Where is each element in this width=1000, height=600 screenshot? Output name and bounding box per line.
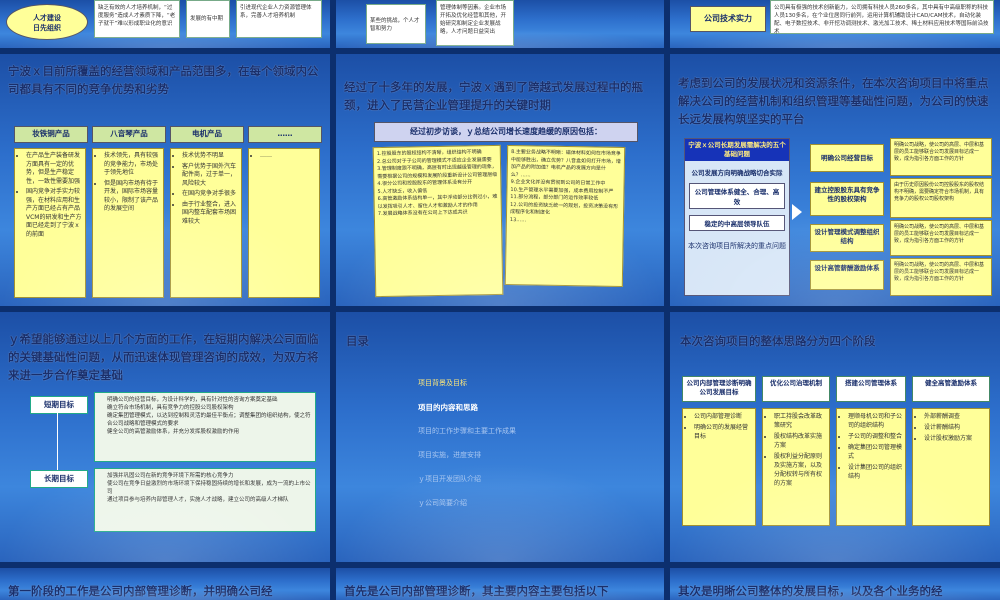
left-panel-header: 宁波ｘ公司长期发展需解决的五个基础问题	[685, 139, 789, 161]
slide7-title: ｙ希望能够通过以上几个方面的工作，在短期内解决公司面临的关键基础性问题，从而迅速…	[8, 332, 319, 382]
slide-3[interactable]: 公司技术实力 公司具有极强的技术创新能力，公司拥有科技人员260多名，其中具有中…	[670, 0, 1000, 48]
stage-1: 公司内部管理诊断明确公司发展目标	[682, 376, 756, 402]
col-motor: 技术优势不明显客户优势于国外汽车配件商，过于单一，风险较大在国内竞争对手很多由于…	[170, 148, 242, 298]
tech-strength-text: 公司具有极强的技术创新能力，公司拥有科技人员260多名，其中具有中高级职称的科技…	[770, 0, 994, 35]
slide-2[interactable]: 某些的挑战，个人才智和努力 管理体制等因素。企业市场开拓及优化经营和其他，开始研…	[336, 0, 664, 48]
slide1-solution-box: 引进现代企业人力资源管理体系，完善人才培养机制	[236, 0, 322, 38]
reasons-left: 1.控股股东的股权结构不清晰，组织结构不明确 2.总公司对于子公司的管理模式不适应…	[372, 144, 504, 298]
mid-item-2: 建立控股股东具有竞争性的股权架构	[810, 182, 884, 216]
connector-line	[57, 412, 58, 470]
toc-item[interactable]: ｙ公司简要介绍	[418, 498, 467, 508]
header-more-products: ……	[248, 126, 322, 143]
slide9-title: 本次咨询项目的整体思路分为四个阶段	[680, 334, 876, 348]
slide1-stage-box: 发展的有中期	[186, 0, 230, 38]
slide-7[interactable]: ｙ希望能够通过以上几个方面的工作，在短期内解决公司面临的关键基础性问题，从而迅速…	[0, 312, 330, 562]
stage1-detail: 公司内部管理诊断明确公司的发展经营目标	[682, 408, 756, 526]
slide-6[interactable]: 考虑到公司的发展状况和资源条件，在本次咨询项目中将重点解决公司的经营机制和组织管…	[670, 54, 1000, 306]
toc-item[interactable]: 项目背景及目标	[418, 378, 467, 388]
toc-title: 目录	[346, 334, 369, 348]
col-magnet: 在产品生产装备研发方面具有一定的优势，但是生产稳定性，一致性需要加强国内竞争对手…	[14, 148, 86, 298]
talent-oval: 人才建设 日先组织	[6, 4, 88, 40]
slide2-challenge-box: 某些的挑战，个人才智和努力	[366, 4, 426, 44]
reasons-right: 8.主要业务战略不明晰：磁体材料如何在市场竞争中能够胜出，确立优势？八音盒如何打…	[504, 144, 626, 288]
slide5-title: 经过了十多年的发展，宁波ｘ遇到了跨越式发展过程中的瓶颈，进入了民营企业管理提升的…	[344, 80, 643, 112]
short-term-label: 短期目标	[30, 396, 88, 414]
arrow-right-icon	[792, 204, 802, 220]
slide-4[interactable]: 宁波ｘ目前所覆盖的经营领域和产品范围多，在每个领域内公司都具有不同的竞争优势和劣…	[0, 54, 330, 306]
slide4-title: 宁波ｘ目前所覆盖的经营领域和产品范围多，在每个领域内公司都具有不同的竞争优势和劣…	[8, 64, 319, 96]
stage2-detail: 职工持股会改革政策研究股权结构改革实施方案股权利益分配原则及实施方案，以及分配权…	[762, 408, 830, 526]
mid-item-3: 设计管理模式调整组织结构	[810, 224, 884, 252]
slide-1[interactable]: 人才建设 日先组织 缺乏有效的人才培养机制，“过度服务”造成人才素质下降，“老子…	[0, 0, 330, 48]
long-term-box: 加强并巩固公司在新的竞争环境下所需的核心竞争力 使公司在竞争日益激烈的市场环境下保…	[94, 468, 316, 532]
reasons-banner: 经过初步访谈，ｙ总结公司增长速度趋缓的原因包括：	[374, 122, 638, 142]
col-music-box: 技术领先，具有较强的竞争能力，市场处于领先地位但是国内市场有待于开发，国际市场容…	[92, 148, 164, 298]
stage3-detail: 理顺母机公司和子公司的组织结构子公司的调整和整合确定集团公司管理模式设计集团公司…	[836, 408, 906, 526]
slide-8[interactable]: 目录 项目背景及目标 项目的内容和思路 项目的工作步骤和主要工作成果 项目实施，…	[336, 312, 664, 562]
toc-item[interactable]: ｙ项目开发团队介绍	[418, 474, 481, 484]
toc-item[interactable]: 项目的工作步骤和主要工作成果	[418, 426, 516, 436]
direction-item: 公司发展方向明确战略切合实际	[691, 169, 783, 177]
short-term-box: 明确公司的经营目标，为设计科学的，具有针对性的咨询方案奠定基础 确立符合市场机制，…	[94, 392, 316, 462]
slide-5[interactable]: 经过了十多年的发展，宁波ｘ遇到了跨越式发展过程中的瓶颈，进入了民营企业管理提升的…	[336, 54, 664, 306]
tech-strength-label: 公司技术实力	[690, 6, 766, 32]
slide1-problem-box: 缺乏有效的人才培养机制，“过度服务”造成人才素质下降，“老子就干”难以形成职业化…	[94, 0, 180, 38]
toc-item-active[interactable]: 项目的内容和思路	[418, 402, 478, 413]
stage4-detail: 外部薪酬调查设计薪酬结构设计股权激励方案	[912, 408, 990, 526]
right-item-2: 由于历史原因股份公司控股股东的股权结构不明确，需要确定符合市场机制，具有竞争力的…	[890, 178, 992, 218]
key-issues-caption: 本次咨询项目所解决的重点问题	[688, 242, 786, 250]
leadership-item: 稳定的中高层领导队伍	[689, 215, 785, 231]
slide-11[interactable]: 首先是公司内部管理诊断，其主要内容主要包括以下	[336, 568, 664, 600]
toc-item[interactable]: 项目实施，进度安排	[418, 450, 481, 460]
right-item-3: 明确公司战略，使公司的高层、中层和基层的员工能够联合公司发展目标达成一致，成为指…	[890, 220, 992, 256]
mid-item-1: 明确公司经营目标	[810, 144, 884, 172]
slide10-title: 第一阶段的工作是公司内部管理诊断，并明确公司经	[8, 584, 273, 598]
stage-3: 搭建公司管理体系	[836, 376, 906, 402]
slide11-title: 首先是公司内部管理诊断，其主要内容主要包括以下	[344, 584, 609, 598]
slide12-title: 其次是明晰公司整体的发展目标，以及各个业务的经	[678, 584, 943, 598]
slide6-title: 考虑到公司的发展状况和资源条件，在本次咨询项目中将重点解决公司的经营机制和组织管…	[678, 76, 989, 126]
left-panel: 宁波ｘ公司长期发展需解决的五个基础问题 公司发展方向明确战略切合实际 公司管理体…	[684, 138, 790, 296]
slide-10[interactable]: 第一阶段的工作是公司内部管理诊断，并明确公司经	[0, 568, 330, 600]
header-motor-products: 电机产品	[170, 126, 244, 143]
mid-item-4: 设计高管薪酬激励体系	[810, 260, 884, 290]
col-more: ……	[248, 148, 320, 298]
right-item-4: 明确公司战略，使公司的高层、中层和基层的员工能够联合公司发展目标达成一致，成为指…	[890, 258, 992, 296]
slide2-management-box: 管理体制等因素。企业市场开拓及优化经营和其他，开始研究和制定企业发展战略，人才问…	[436, 0, 514, 46]
header-magnet-products: 妆铁铜产品	[14, 126, 88, 143]
stage-2: 优化公司治理机制	[762, 376, 830, 402]
stage-4: 健全高管激励体系	[912, 376, 990, 402]
header-music-box-products: 八音琴产品	[92, 126, 166, 143]
slide-12[interactable]: 其次是明晰公司整体的发展目标，以及各个业务的经	[670, 568, 1000, 600]
slide-9[interactable]: 本次咨询项目的整体思路分为四个阶段 公司内部管理诊断明确公司发展目标 优化公司治…	[670, 312, 1000, 562]
right-item-1: 明确公司战略，使公司的高层、中层和基层的员工能够联合公司发展目标达成一致，成为指…	[890, 138, 992, 176]
management-item: 公司管理体系健全、合理、高效	[689, 183, 785, 209]
long-term-label: 长期目标	[30, 470, 88, 488]
